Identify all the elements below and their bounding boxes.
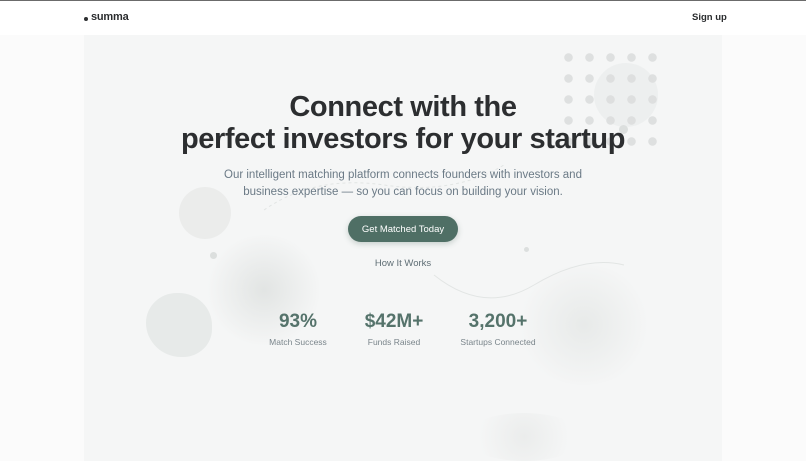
logo-text: summa (91, 11, 129, 23)
hero-headline-line2: perfect investors for your startup (180, 123, 626, 155)
stat-value: $42M+ (364, 311, 424, 332)
site-header: summa Sign up (0, 1, 806, 35)
logo-dot-icon (84, 16, 88, 21)
get-matched-button[interactable]: Get Matched Today (348, 216, 458, 242)
how-it-works-link[interactable]: How It Works (353, 258, 453, 269)
hero-section: Connect with the perfect investors for y… (84, 35, 722, 461)
stat-funds-raised: $42M+ Funds Raised (352, 311, 436, 347)
stat-value: 3,200+ (468, 311, 528, 332)
stat-label: Match Success (269, 337, 327, 347)
signup-link[interactable]: Sign up (692, 12, 727, 23)
stat-label: Startups Connected (460, 337, 536, 347)
logo[interactable]: summa (84, 11, 129, 23)
stat-label: Funds Raised (367, 337, 421, 347)
hero-headline-line1: Connect with the (289, 91, 517, 123)
hero-subtext: Our intelligent matching platform connec… (224, 169, 582, 198)
hero-headline: Connect with the perfect investors for y… (84, 91, 722, 155)
stat-startups-connected: 3,200+ Startups Connected (452, 311, 544, 347)
stat-match-success: 93% Match Success (262, 311, 334, 347)
stat-value: 93% (278, 311, 318, 332)
